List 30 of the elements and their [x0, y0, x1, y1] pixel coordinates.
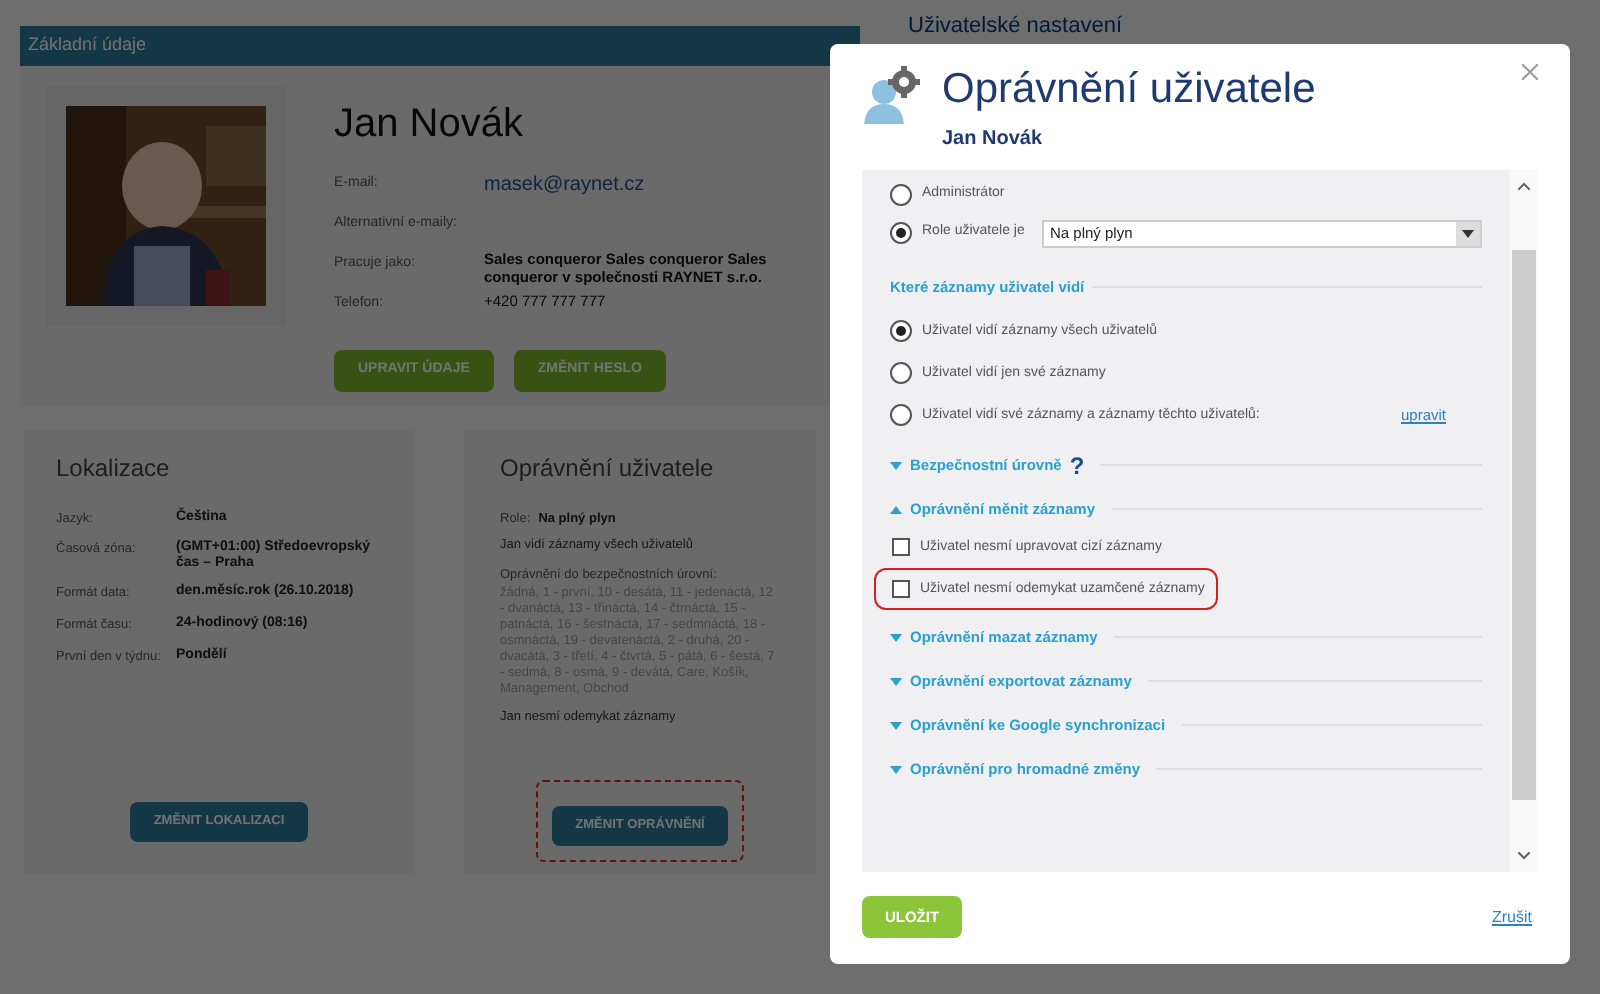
- radio-button[interactable]: [890, 222, 912, 244]
- user-settings-icon: [862, 64, 922, 124]
- section-heading: Uživatelské nastavení: [908, 12, 1122, 42]
- help-icon[interactable]: ?: [1069, 453, 1085, 478]
- checkbox[interactable]: [892, 580, 910, 599]
- caret-down-icon: [890, 677, 902, 686]
- caret-up-icon: [890, 505, 902, 514]
- radio-button[interactable]: [890, 320, 912, 343]
- scroll-down-icon[interactable]: [1518, 852, 1530, 860]
- radio-button[interactable]: [890, 362, 912, 385]
- caret-down-icon: [890, 765, 902, 774]
- caret-down-icon: [890, 633, 902, 642]
- caret-down-icon: [890, 461, 902, 470]
- card-title: Oprávnění uživatele: [500, 451, 716, 485]
- modal-title: Oprávnění uživatele: [942, 64, 1316, 116]
- radio-button[interactable]: [890, 184, 912, 206]
- scroll-up-icon[interactable]: [1518, 182, 1530, 190]
- checkbox[interactable]: [892, 538, 910, 557]
- card-title: Lokalizace: [56, 451, 172, 485]
- close-icon[interactable]: [1522, 64, 1538, 80]
- dropdown-icon: [1456, 221, 1480, 245]
- field-value[interactable]: masek@raynet.cz: [484, 169, 645, 199]
- scroll-thumb[interactable]: [1512, 250, 1536, 800]
- section-header: Základní údaje: [20, 26, 860, 65]
- caret-down-icon: [890, 721, 902, 730]
- user-name: Jan Novák: [334, 99, 525, 149]
- modal-subtitle: Jan Novák: [942, 126, 1045, 154]
- cancel-link[interactable]: Zrušit: [1492, 905, 1532, 929]
- radio-button[interactable]: [890, 404, 912, 427]
- scrollbar[interactable]: [1510, 170, 1538, 872]
